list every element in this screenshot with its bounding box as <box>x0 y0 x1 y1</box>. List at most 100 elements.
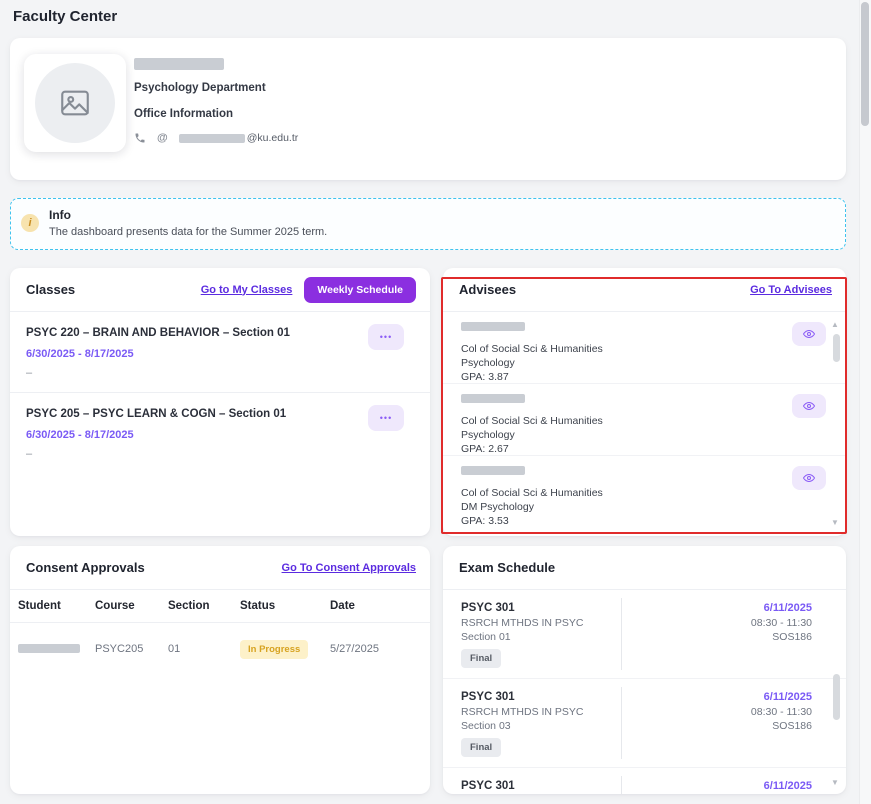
advisee-row: Col of Social Sci & Humanities DM Psycho… <box>443 456 846 528</box>
info-banner: i Info The dashboard presents data for t… <box>10 198 846 250</box>
advisee-college: Col of Social Sci & Humanities <box>461 486 782 500</box>
image-placeholder-icon <box>56 86 94 120</box>
page-title: Faculty Center <box>13 8 117 25</box>
column-header-date: Date <box>330 600 422 612</box>
exam-room: SOS186 <box>751 630 812 644</box>
divider <box>621 598 622 670</box>
go-to-my-classes-link[interactable]: Go to My Classes <box>201 284 293 296</box>
info-icon: i <box>21 214 39 232</box>
exam-date: 6/11/2025 <box>751 690 812 705</box>
eye-icon <box>802 328 816 340</box>
redacted-advisee-name <box>461 394 525 403</box>
redacted-faculty-name <box>134 58 224 70</box>
advisee-row: Col of Social Sci & Humanities Psycholog… <box>443 384 846 456</box>
exam-scrollbar-thumb[interactable] <box>833 674 840 720</box>
advisee-college: Col of Social Sci & Humanities <box>461 414 782 428</box>
faculty-center-page: Faculty Center Psychology Department Off… <box>0 0 871 804</box>
eye-icon <box>802 400 816 412</box>
email-address: @ku.edu.tr <box>179 132 299 144</box>
scroll-up-icon[interactable]: ▲ <box>829 320 841 330</box>
status-badge: In Progress <box>240 640 308 659</box>
profile-department: Psychology Department <box>134 82 266 94</box>
advisee-program: Psychology <box>461 428 782 442</box>
class-item: PSYC 220 – BRAIN AND BEHAVIOR – Section … <box>10 312 430 392</box>
advisees-scrollbar-thumb[interactable] <box>833 334 840 362</box>
advisee-gpa: GPA: 3.53 <box>461 514 782 528</box>
redacted-email-username <box>179 134 245 143</box>
column-header-student: Student <box>18 600 95 612</box>
view-advisee-button[interactable] <box>792 322 826 346</box>
consent-course: PSYC205 <box>95 643 168 655</box>
exam-entry-details: 6/11/2025 08:30 - 11:30 SOS186 <box>751 779 812 794</box>
profile-contact-row: @ @ku.edu.tr <box>134 132 298 144</box>
exam-entry: PSYC 301 RSRCH MTHDS IN PSYC Section 03 … <box>443 679 846 768</box>
class-dates: 6/30/2025 - 8/17/2025 <box>26 347 360 361</box>
exam-date: 6/11/2025 <box>751 601 812 616</box>
exam-entry-details: 6/11/2025 08:30 - 11:30 SOS186 <box>751 690 812 733</box>
consent-table-header: Student Course Section Status Date <box>10 590 430 623</box>
exam-schedule-card: Exam Schedule PSYC 301 RSRCH MTHDS IN PS… <box>443 546 846 794</box>
divider <box>621 776 622 794</box>
email-domain: @ku.edu.tr <box>247 132 299 144</box>
advisee-gpa: GPA: 3.87 <box>461 370 782 384</box>
class-title: PSYC 205 – PSYC LEARN & COGN – Section 0… <box>26 407 360 422</box>
exam-card-header: Exam Schedule <box>443 546 846 590</box>
page-scrollbar[interactable] <box>859 0 871 804</box>
divider <box>621 687 622 759</box>
exam-time: 08:30 - 11:30 <box>751 616 812 630</box>
scroll-down-icon[interactable]: ▼ <box>829 778 841 788</box>
advisee-college: Col of Social Sci & Humanities <box>461 342 782 356</box>
exam-type-badge: Final <box>461 649 501 668</box>
advisees-card-header: Advisees Go To Advisees <box>443 268 846 312</box>
class-title: PSYC 220 – BRAIN AND BEHAVIOR – Section … <box>26 326 360 341</box>
info-banner-message: The dashboard presents data for the Summ… <box>49 226 327 238</box>
email-icon: @ <box>157 132 168 144</box>
column-header-status: Status <box>240 600 330 612</box>
consent-section: 01 <box>168 643 240 655</box>
classes-card-header: Classes Go to My Classes Weekly Schedule <box>10 268 430 312</box>
advisee-program: DM Psychology <box>461 500 782 514</box>
phone-icon <box>134 132 146 144</box>
redacted-student-name <box>18 644 80 653</box>
advisees-card: Advisees Go To Advisees Col of Social Sc… <box>443 268 846 536</box>
classes-card: Classes Go to My Classes Weekly Schedule… <box>10 268 430 536</box>
advisees-title: Advisees <box>459 282 516 297</box>
class-item: PSYC 205 – PSYC LEARN & COGN – Section 0… <box>10 393 430 473</box>
redacted-advisee-name <box>461 322 525 331</box>
exam-entry: PSYC 301 RSRCH MTHDS IN PSYC Section 01 … <box>443 768 846 794</box>
class-actions-button[interactable]: ••• <box>368 405 404 431</box>
class-note: – <box>26 447 360 461</box>
advisee-row: Col of Social Sci & Humanities Psycholog… <box>443 312 846 384</box>
eye-icon <box>802 472 816 484</box>
classes-title: Classes <box>26 282 75 297</box>
consent-card-header: Consent Approvals Go To Consent Approval… <box>10 546 430 590</box>
class-actions-button[interactable]: ••• <box>368 324 404 350</box>
avatar-placeholder-circle <box>35 63 115 143</box>
consent-approvals-title: Consent Approvals <box>26 560 145 575</box>
page-scrollbar-thumb[interactable] <box>861 2 869 126</box>
exam-entry: PSYC 301 RSRCH MTHDS IN PSYC Section 01 … <box>443 590 846 679</box>
avatar <box>24 54 126 152</box>
scroll-down-icon[interactable]: ▼ <box>829 518 841 528</box>
weekly-schedule-button[interactable]: Weekly Schedule <box>304 277 416 303</box>
view-advisee-button[interactable] <box>792 394 826 418</box>
exam-time: 08:30 - 11:30 <box>751 705 812 719</box>
view-advisee-button[interactable] <box>792 466 826 490</box>
go-to-advisees-link[interactable]: Go To Advisees <box>750 284 832 296</box>
profile-office-information: Office Information <box>134 108 233 120</box>
column-header-course: Course <box>95 600 168 612</box>
consent-date: 5/27/2025 <box>330 643 422 655</box>
exam-entry-details: 6/11/2025 08:30 - 11:30 SOS186 <box>751 601 812 644</box>
class-note: – <box>26 366 360 380</box>
advisee-gpa: GPA: 2.67 <box>461 442 782 456</box>
redacted-advisee-name <box>461 466 525 475</box>
exam-date: 6/11/2025 <box>751 779 812 794</box>
consent-table-row: PSYC205 01 In Progress 5/27/2025 <box>10 623 430 673</box>
info-banner-title: Info <box>49 208 71 222</box>
go-to-consent-approvals-link[interactable]: Go To Consent Approvals <box>282 562 416 574</box>
profile-card: Psychology Department Office Information… <box>10 38 846 180</box>
advisee-program: Psychology <box>461 356 782 370</box>
column-header-section: Section <box>168 600 240 612</box>
exam-schedule-title: Exam Schedule <box>459 560 555 575</box>
consent-approvals-card: Consent Approvals Go To Consent Approval… <box>10 546 430 794</box>
